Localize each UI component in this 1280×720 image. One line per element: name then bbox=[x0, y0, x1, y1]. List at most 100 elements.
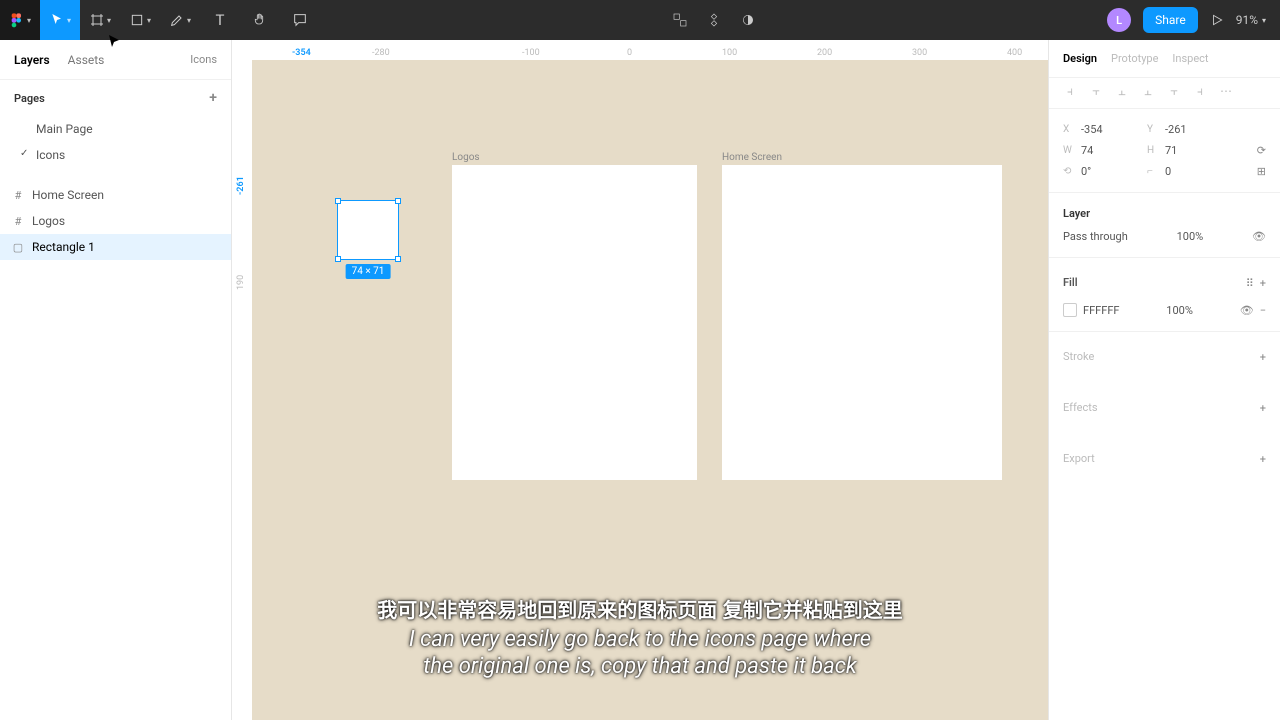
layer-label: Home Screen bbox=[32, 188, 104, 202]
comment-icon bbox=[292, 12, 308, 28]
subtitle-english-line2: the original one is, copy that and paste… bbox=[377, 654, 903, 680]
ruler-tick: 400 bbox=[1007, 48, 1022, 58]
fill-color-swatch[interactable] bbox=[1063, 303, 1077, 317]
ruler-tick: -261 bbox=[236, 176, 246, 195]
figma-menu-button[interactable]: ▾ bbox=[0, 0, 40, 40]
pen-tool-button[interactable]: ▾ bbox=[160, 0, 200, 40]
layer-item-rectangle1[interactable]: ▢ Rectangle 1 bbox=[0, 234, 231, 260]
page-item-icons[interactable]: Icons bbox=[0, 142, 231, 168]
align-right-icon[interactable]: ⫠ bbox=[1115, 84, 1129, 98]
toolbar-left-group: ▾ ▾ ▾ ▾ ▾ T bbox=[0, 0, 320, 40]
text-tool-button[interactable]: T bbox=[200, 0, 240, 40]
page-item-main[interactable]: Main Page bbox=[0, 116, 231, 142]
share-button[interactable]: Share bbox=[1143, 7, 1198, 33]
distribute-icon[interactable]: ⋯ bbox=[1219, 84, 1233, 98]
ruler-tick: -280 bbox=[372, 48, 390, 58]
frame-icon: # bbox=[12, 215, 24, 227]
subtitle-overlay: 我可以非常容易地回到原来的图标页面 复制它并粘贴到这里 I can very e… bbox=[377, 594, 903, 680]
right-panel-tabs: Design Prototype Inspect bbox=[1049, 40, 1280, 78]
hand-icon bbox=[252, 12, 268, 28]
resize-handle-tr[interactable] bbox=[395, 198, 401, 204]
resize-handle-bl[interactable] bbox=[335, 256, 341, 262]
stroke-section[interactable]: Stroke+ bbox=[1049, 332, 1280, 383]
remove-fill-button[interactable]: − bbox=[1260, 304, 1266, 317]
text-icon: T bbox=[216, 11, 225, 29]
present-button[interactable] bbox=[1210, 13, 1224, 27]
rotation-input[interactable]: 0° bbox=[1081, 165, 1141, 178]
transform-section: X -354 Y -261 W 74 H 71 ⟳ ⟲ 0° ⌐ 0 ⊞ bbox=[1049, 109, 1280, 193]
add-fill-button[interactable]: + bbox=[1260, 277, 1266, 290]
top-toolbar: ▾ ▾ ▾ ▾ ▾ T L Shar bbox=[0, 0, 1280, 40]
w-label: W bbox=[1063, 145, 1075, 156]
align-vcenter-icon[interactable]: ⫟ bbox=[1167, 84, 1181, 98]
hand-tool-button[interactable] bbox=[240, 0, 280, 40]
chevron-down-icon: ▾ bbox=[27, 16, 31, 25]
tab-assets[interactable]: Assets bbox=[68, 53, 105, 67]
tab-layers[interactable]: Layers bbox=[14, 53, 50, 67]
resize-handle-tl[interactable] bbox=[335, 198, 341, 204]
toolbar-center-group bbox=[320, 12, 1107, 28]
fill-hex-input[interactable]: FFFFFF bbox=[1083, 304, 1119, 317]
h-label: H bbox=[1147, 145, 1159, 156]
ruler-tick: 300 bbox=[912, 48, 927, 58]
left-panel: Layers Assets Icons Pages + Main Page Ic… bbox=[0, 40, 232, 720]
effects-section[interactable]: Effects+ bbox=[1049, 383, 1280, 434]
layer-item-logos[interactable]: # Logos bbox=[0, 208, 231, 234]
blend-mode-dropdown[interactable]: Pass through bbox=[1063, 230, 1128, 243]
align-left-icon[interactable]: ⫞ bbox=[1063, 84, 1077, 98]
layer-title: Layer bbox=[1063, 203, 1266, 226]
chevron-down-icon: ▾ bbox=[187, 16, 191, 25]
corner-icon: ⌐ bbox=[1147, 166, 1159, 177]
chevron-down-icon: ▾ bbox=[147, 16, 151, 25]
component-icon[interactable] bbox=[672, 12, 688, 28]
y-input[interactable]: -261 bbox=[1165, 123, 1225, 136]
add-page-button[interactable]: + bbox=[209, 90, 217, 106]
move-tool-button[interactable]: ▾ bbox=[40, 0, 80, 40]
fill-visibility-icon[interactable]: 👁 bbox=[1240, 304, 1254, 317]
zoom-dropdown[interactable]: 91% ▾ bbox=[1236, 13, 1266, 27]
chevron-down-icon: ▾ bbox=[1262, 16, 1266, 25]
frame-label-logos[interactable]: Logos bbox=[452, 152, 480, 163]
tab-prototype[interactable]: Prototype bbox=[1111, 52, 1158, 65]
shape-tool-button[interactable]: ▾ bbox=[120, 0, 160, 40]
toolbar-right-group: L Share 91% ▾ bbox=[1107, 7, 1280, 33]
subtitle-english-line1: I can very easily go back to the icons p… bbox=[377, 627, 903, 653]
effects-title: Effects bbox=[1063, 397, 1098, 420]
visibility-icon[interactable]: 👁 bbox=[1252, 230, 1266, 243]
comment-tool-button[interactable] bbox=[280, 0, 320, 40]
ruler-vertical: -261 190 bbox=[232, 60, 252, 720]
resize-handle-br[interactable] bbox=[395, 256, 401, 262]
layer-item-home-screen[interactable]: # Home Screen bbox=[0, 182, 231, 208]
current-page-label[interactable]: Icons bbox=[190, 53, 217, 66]
mask-icon[interactable] bbox=[740, 12, 756, 28]
h-input[interactable]: 71 bbox=[1165, 144, 1225, 157]
tab-design[interactable]: Design bbox=[1063, 52, 1097, 65]
layer-opacity-input[interactable]: 100% bbox=[1177, 230, 1204, 243]
export-title: Export bbox=[1063, 448, 1095, 471]
independent-corners-icon[interactable]: ⊞ bbox=[1257, 165, 1266, 178]
fill-opacity-input[interactable]: 100% bbox=[1166, 304, 1193, 317]
tab-inspect[interactable]: Inspect bbox=[1172, 52, 1208, 65]
align-bottom-icon[interactable]: ⫞ bbox=[1193, 84, 1207, 98]
dimensions-badge: 74 × 71 bbox=[346, 264, 391, 279]
figma-logo-icon bbox=[9, 12, 25, 28]
frame-logos[interactable] bbox=[452, 165, 697, 480]
selected-rectangle1[interactable]: 74 × 71 bbox=[337, 200, 399, 260]
constrain-proportions-icon[interactable]: ⟳ bbox=[1257, 144, 1266, 157]
x-input[interactable]: -354 bbox=[1081, 123, 1141, 136]
corner-input[interactable]: 0 bbox=[1165, 165, 1225, 178]
frame-icon bbox=[89, 12, 105, 28]
y-label: Y bbox=[1147, 124, 1159, 135]
rectangle-icon bbox=[129, 12, 145, 28]
cursor-pointer-icon bbox=[108, 34, 120, 50]
avatar[interactable]: L bbox=[1107, 8, 1131, 32]
frame-label-home-screen[interactable]: Home Screen bbox=[722, 152, 782, 163]
align-top-icon[interactable]: ⫠ bbox=[1141, 84, 1155, 98]
frame-home-screen[interactable] bbox=[722, 165, 1002, 480]
align-hcenter-icon[interactable]: ⫟ bbox=[1089, 84, 1103, 98]
create-component-icon[interactable] bbox=[706, 12, 722, 28]
fill-style-icon[interactable]: ⠿ bbox=[1246, 277, 1254, 290]
chevron-down-icon: ▾ bbox=[67, 16, 71, 25]
w-input[interactable]: 74 bbox=[1081, 144, 1141, 157]
export-section[interactable]: Export+ bbox=[1049, 434, 1280, 485]
